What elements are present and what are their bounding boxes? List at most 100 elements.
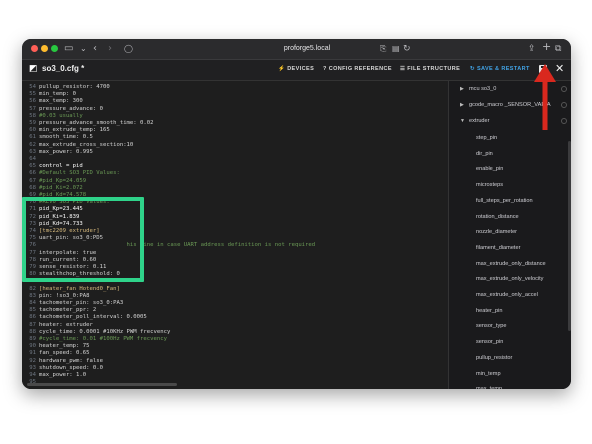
- line-number: 59: [29, 120, 36, 126]
- line-number: 91: [29, 350, 36, 357]
- tree-item[interactable]: pullup_resistor: [449, 353, 571, 363]
- tree-item[interactable]: rotation_distance: [449, 212, 571, 222]
- code-line[interactable]: 55 min_temp: 0: [22, 90, 447, 98]
- zoom-window-button[interactable]: [51, 45, 58, 52]
- code-line[interactable]: 90 heater_temp: 75: [22, 342, 447, 350]
- close-window-button[interactable]: [31, 45, 38, 52]
- line-number: 86: [29, 314, 36, 321]
- tree-item[interactable]: max_extrude_only_distance: [449, 259, 571, 269]
- tree-item-label: mcu so3_0: [469, 86, 497, 92]
- line-text: cycle_time: 0.0001 #10KHz PWM frecvency: [39, 328, 171, 335]
- pid-values-highlight: [22, 197, 144, 282]
- translate-icon[interactable]: ⎘: [380, 43, 386, 55]
- new-tab-icon[interactable]: +: [542, 41, 551, 53]
- address-bar[interactable]: proforge5.local: [252, 43, 362, 55]
- line-text: #pid_Ki=2.072: [39, 184, 83, 191]
- code-line[interactable]: 60 min_extrude_temp: 165: [22, 126, 447, 134]
- status-dot-icon: [561, 102, 567, 108]
- tree-item[interactable]: filament_diameter: [449, 243, 571, 253]
- line-text: control = pid: [39, 163, 83, 170]
- reload-icon[interactable]: ↻: [403, 43, 411, 55]
- tree-item[interactable]: microsteps: [449, 180, 571, 190]
- tree-item[interactable]: sensor_pin: [449, 337, 571, 347]
- code-line[interactable]: 91 fan_speed: 0.65: [22, 349, 447, 357]
- line-number: 62: [29, 141, 36, 148]
- tree-item-label: max_extrude_only_velocity: [476, 276, 544, 283]
- chevron-right-icon[interactable]: ▶: [460, 100, 464, 110]
- chevron-down-icon[interactable]: ⌄: [80, 43, 87, 55]
- code-line[interactable]: 56 max_temp: 300: [22, 97, 447, 105]
- code-line[interactable]: 57 pressure_advance: 0: [22, 105, 447, 113]
- line-number: 54: [29, 84, 36, 90]
- code-line[interactable]: 85 tachometer_ppr: 2: [22, 306, 447, 314]
- status-dot-icon: [561, 118, 567, 124]
- code-line[interactable]: 61 smooth_time: 0.5: [22, 133, 447, 141]
- tree-item[interactable]: dir_pin: [449, 149, 571, 159]
- shield-icon[interactable]: ◯: [124, 43, 133, 55]
- line-number: 66: [29, 170, 36, 177]
- horizontal-scrollbar[interactable]: [27, 383, 177, 386]
- line-number: 93: [29, 364, 36, 371]
- line-text: #cycle_time: 0.01 #100Hz PWM frecvency: [39, 336, 167, 342]
- line-number: 94: [29, 372, 36, 378]
- code-line[interactable]: 84 tachometer_pin: so3_0:PA3: [22, 299, 447, 307]
- code-line[interactable]: 67 #pid_Kp=24.059: [22, 177, 447, 185]
- reader-icon[interactable]: ▤: [392, 43, 400, 55]
- tree-item[interactable]: max_temp: [449, 384, 571, 389]
- line-number: 60: [29, 127, 36, 134]
- tree-item[interactable]: max_extrude_only_velocity: [449, 274, 571, 284]
- back-arrow-icon[interactable]: ‹: [93, 43, 97, 55]
- chevron-right-icon[interactable]: ▶: [460, 84, 464, 94]
- forward-arrow-icon[interactable]: ›: [108, 43, 112, 55]
- annotation-arrow-head: [534, 64, 556, 82]
- devices-button[interactable]: ⚡ DEVICES: [278, 66, 314, 72]
- line-number: 84: [29, 300, 36, 306]
- close-icon[interactable]: ✕: [555, 62, 564, 75]
- code-line[interactable]: 87 heater: extruder: [22, 321, 447, 329]
- line-text: heater_temp: 75: [39, 343, 90, 350]
- minimize-window-button[interactable]: [41, 45, 48, 52]
- line-number: 57: [29, 105, 36, 112]
- file-structure-button[interactable]: ☰ FILE STRUCTURE: [400, 66, 460, 72]
- code-line[interactable]: 82 [heater_fan Hotend0_Fan]: [22, 285, 447, 293]
- tree-item-label: heater_pin: [476, 307, 503, 314]
- line-number: 67: [29, 177, 36, 184]
- code-line[interactable]: 86 tachometer_poll_interval: 0.0005: [22, 313, 447, 321]
- tree-item[interactable]: nozzle_diameter: [449, 227, 571, 237]
- code-editor[interactable]: 9594max_power: 1.093shutdown_speed: 0.09…: [22, 81, 447, 389]
- config-reference-button[interactable]: ? CONFIG REFERENCE: [323, 66, 392, 72]
- tree-item[interactable]: max_extrude_only_accel: [449, 290, 571, 300]
- code-line[interactable]: 89 #cycle_time: 0.01 #100Hz PWM frecvency: [22, 335, 447, 343]
- code-line[interactable]: 63 max_power: 0.995: [22, 148, 447, 156]
- code-line[interactable]: 66 #Default SO3 PID Values:: [22, 169, 447, 177]
- code-line[interactable]: 93 shutdown_speed: 0.0: [22, 364, 447, 372]
- tree-item[interactable]: step_pin: [449, 133, 571, 143]
- save-restart-button[interactable]: ↻ SAVE & RESTART: [470, 66, 530, 72]
- browser-titlebar: ▭ ⌄ ‹ › ◯ proforge5.local ⎘ ▤ ↻ ⇪ + ⧉: [22, 39, 571, 60]
- tree-item[interactable]: full_steps_per_rotation: [449, 196, 571, 206]
- code-line[interactable]: 59 pressure_advance_smooth_time: 0.02: [22, 119, 447, 127]
- code-line[interactable]: 83 pin: !so3_0:PA8: [22, 292, 447, 300]
- tree-item[interactable]: sensor_type: [449, 321, 571, 331]
- code-line[interactable]: 88 cycle_time: 0.0001 #10KHz PWM frecvenc…: [22, 328, 447, 336]
- line-text: max_extrude_cross_section:10: [39, 141, 134, 148]
- code-line[interactable]: 94 max_power: 1.0: [22, 371, 447, 379]
- code-line[interactable]: 92 hardware_pwm: false: [22, 357, 447, 365]
- tree-item[interactable]: min_temp: [449, 369, 571, 379]
- share-icon[interactable]: ⇪: [528, 43, 536, 55]
- line-number: 55: [29, 91, 36, 98]
- code-line[interactable]: 62 max_extrude_cross_section:10: [22, 141, 447, 149]
- code-line[interactable]: 68 #pid_Ki=2.072: [22, 184, 447, 192]
- line-text: pressure_advance_smooth_time: 0.02: [39, 120, 154, 126]
- tab-overview-icon[interactable]: ⧉: [555, 43, 561, 55]
- code-line[interactable]: 65 control = pid: [22, 162, 447, 170]
- chevron-down-icon[interactable]: ▼: [460, 116, 465, 126]
- code-line[interactable]: 58 #0.03 usually: [22, 112, 447, 120]
- tree-item[interactable]: heater_pin: [449, 306, 571, 316]
- code-line[interactable]: 54 pullup_resistor: 4700: [22, 83, 447, 91]
- tree-item[interactable]: enable_pin: [449, 164, 571, 174]
- code-line[interactable]: 64: [22, 155, 447, 163]
- line-text: [heater_fan Hotend0_Fan]: [39, 285, 120, 292]
- sidebar-toggle-icon[interactable]: ▭: [64, 43, 73, 55]
- line-text: #0.03 usually: [39, 112, 83, 119]
